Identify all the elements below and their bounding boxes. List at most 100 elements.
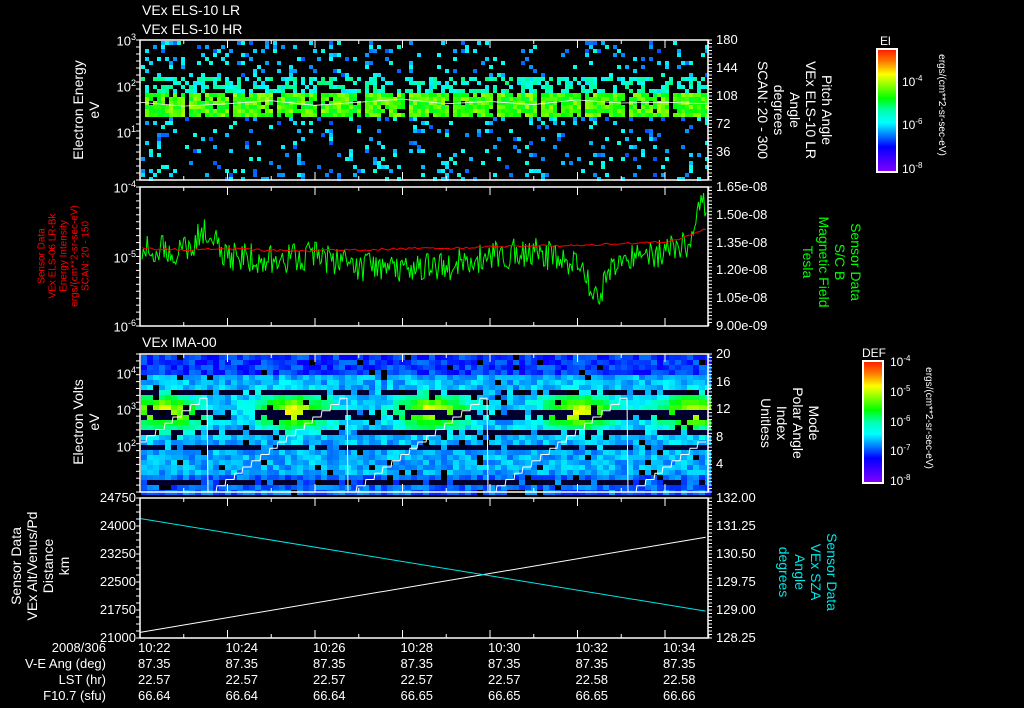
spectrogram-cell	[289, 97, 293, 101]
spectrogram-cell	[665, 97, 669, 101]
spectrogram-cell	[369, 360, 375, 365]
spectrogram-cell	[253, 105, 257, 109]
spectrogram-cell	[165, 415, 171, 420]
spectrogram-cell	[169, 109, 173, 113]
spectrogram-cell	[429, 485, 435, 490]
spectrogram-cell	[465, 169, 469, 173]
spectrogram-cell	[315, 400, 321, 405]
spectrogram-cell	[693, 400, 699, 405]
spectrogram-cell	[567, 405, 573, 410]
spectrogram-cell	[339, 405, 345, 410]
spectrogram-cell	[279, 365, 285, 370]
spectrogram-cell	[621, 365, 627, 370]
spectrogram-cell	[417, 485, 423, 490]
spectrogram-cell	[425, 93, 429, 97]
spectrogram-cell	[421, 109, 425, 113]
spectrogram-cell	[675, 450, 681, 455]
spectrogram-cell	[461, 77, 465, 81]
spectrogram-cell	[233, 97, 237, 101]
spectrogram-cell	[621, 360, 627, 365]
spectrogram-cell	[321, 81, 325, 85]
spectrogram-cell	[339, 440, 345, 445]
spectrogram-cell	[453, 81, 457, 85]
spectrogram-cell	[699, 380, 705, 385]
spectrogram-cell	[373, 109, 377, 113]
spectrogram-cell	[693, 77, 697, 81]
spectrogram-cell	[257, 97, 261, 101]
spectrogram-cell	[291, 365, 297, 370]
spectrogram-cell	[153, 405, 159, 410]
spectrogram-cell	[153, 121, 157, 125]
spectrogram-cell	[241, 41, 245, 45]
spectrogram-cell	[213, 385, 219, 390]
spectrogram-cell	[453, 445, 459, 450]
spectrogram-cell	[351, 410, 357, 415]
spectrogram-cell	[589, 101, 593, 105]
spectrogram-cell	[321, 435, 327, 440]
spectrogram-cell	[165, 440, 171, 445]
spectrogram-cell	[405, 89, 409, 93]
spectrogram-cell	[435, 380, 441, 385]
spectrogram-cell	[173, 41, 177, 45]
spectrogram-cell	[393, 470, 399, 475]
spectrogram-cell	[689, 125, 693, 129]
y2-tick-label: 72	[716, 116, 731, 131]
spectrogram-cell	[349, 117, 353, 121]
spectrogram-cell	[585, 81, 589, 85]
spectrogram-cell	[615, 420, 621, 425]
spectrogram-cell	[633, 425, 639, 430]
spectrogram-cell	[377, 161, 381, 165]
spectrogram-cell	[357, 129, 361, 133]
spectrogram-cell	[165, 165, 169, 169]
spectrogram-cell	[441, 400, 447, 405]
spectrogram-cell	[387, 395, 393, 400]
spectrogram-cell	[349, 153, 353, 157]
spectrogram-cell	[261, 395, 267, 400]
spectrogram-cell	[345, 73, 349, 77]
spectrogram-cell	[681, 117, 685, 121]
spectrogram-cell	[255, 440, 261, 445]
spectrogram-cell	[147, 360, 153, 365]
spectrogram-cell	[293, 105, 297, 109]
spectrogram-cell	[293, 109, 297, 113]
spectrogram-cell	[457, 173, 461, 177]
spectrogram-cell	[185, 117, 189, 121]
spectrogram-cell	[627, 370, 633, 375]
spectrogram-cell	[189, 420, 195, 425]
spectrogram-cell	[477, 81, 481, 85]
spectrogram-cell	[495, 475, 501, 480]
spectrogram-cell	[291, 385, 297, 390]
spectrogram-cell	[393, 480, 399, 485]
spectrogram-cell	[285, 385, 291, 390]
spectrogram-cell	[445, 109, 449, 113]
spectrogram-cell	[453, 485, 459, 490]
spectrogram-cell	[513, 405, 519, 410]
spectrogram-cell	[589, 85, 593, 89]
spectrogram-cell	[699, 430, 705, 435]
spectrogram-cell	[231, 445, 237, 450]
spectrogram-cell	[541, 173, 545, 177]
spectrogram-cell	[591, 445, 597, 450]
spectrogram-cell	[513, 109, 517, 113]
spectrogram-cell	[663, 475, 669, 480]
spectrogram-cell	[505, 89, 509, 93]
row-label-vea: V-E Ang (deg)	[25, 656, 106, 671]
spectrogram-cell	[579, 380, 585, 385]
spectrogram-cell	[349, 149, 353, 153]
spectrogram-cell	[519, 370, 525, 375]
spectrogram-cell	[351, 430, 357, 435]
spectrogram-cell	[465, 109, 469, 113]
spectrogram-cell	[509, 77, 513, 81]
spectrogram-cell	[477, 420, 483, 425]
spectrogram-cell	[699, 405, 705, 410]
spectrogram-cell	[537, 440, 543, 445]
spectrogram-cell	[285, 455, 291, 460]
spectrogram-cell	[217, 165, 221, 169]
spectrogram-cell	[601, 161, 605, 165]
spectrogram-cell	[267, 365, 273, 370]
spectrogram-cell	[633, 400, 639, 405]
spectrogram-cell	[699, 480, 705, 485]
spectrogram-cell	[699, 415, 705, 420]
spectrogram-cell	[531, 370, 537, 375]
spectrogram-cell	[309, 113, 313, 117]
